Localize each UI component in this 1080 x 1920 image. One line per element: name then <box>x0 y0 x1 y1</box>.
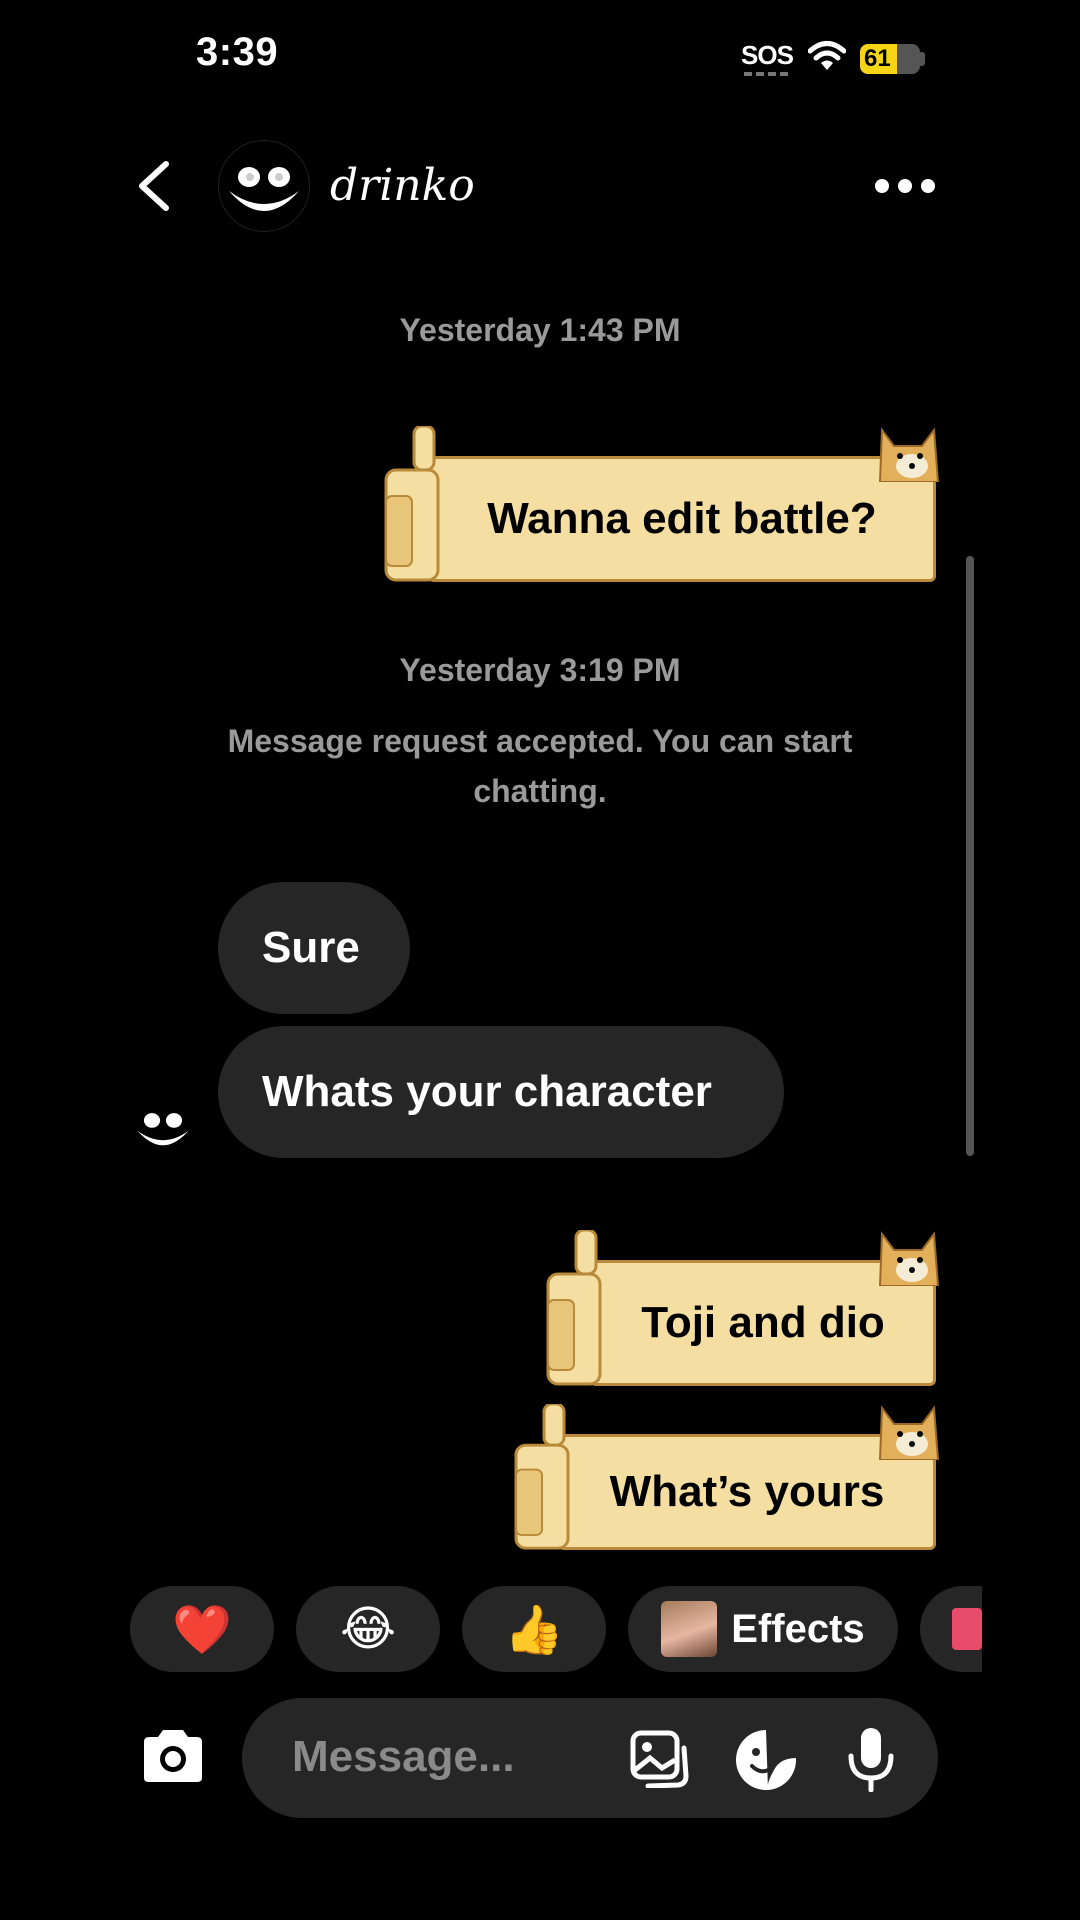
effects-label: Effects <box>731 1606 865 1651</box>
back-chevron-icon[interactable] <box>136 160 172 212</box>
heart-icon: ❤️ <box>172 1603 232 1657</box>
battery-icon: 61 <box>860 44 920 74</box>
timestamp: Yesterday 1:43 PM <box>399 312 681 348</box>
status-time: 3:39 <box>196 30 279 74</box>
message-text: Sure <box>262 923 360 972</box>
battery-cap <box>920 52 925 66</box>
sticker-icon[interactable] <box>734 1728 798 1792</box>
gallery-icon[interactable] <box>630 1730 692 1788</box>
effects-button[interactable]: Effects <box>628 1586 898 1672</box>
signal-dots <box>744 72 790 76</box>
smiley-face-icon <box>219 141 309 231</box>
reaction-thumbs-up-button[interactable]: 👍 <box>462 1586 606 1672</box>
sos-indicator: SOS <box>741 40 794 70</box>
avatar[interactable] <box>218 140 310 232</box>
received-message[interactable]: Whats your character <box>218 1026 784 1158</box>
gift-button[interactable] <box>920 1586 982 1672</box>
wifi-icon <box>808 41 846 70</box>
system-note: Message request accepted. You can start … <box>227 723 853 809</box>
reaction-laugh-button[interactable]: 😂 <box>296 1586 440 1672</box>
message-text: Wanna edit battle? <box>487 494 877 543</box>
camera-icon[interactable] <box>140 1728 206 1784</box>
message-text: Whats your character <box>262 1067 712 1116</box>
reaction-heart-button[interactable]: ❤️ <box>130 1586 274 1672</box>
scrollbar[interactable] <box>966 556 974 1156</box>
received-message[interactable]: Sure <box>218 882 410 1014</box>
gift-icon <box>952 1608 982 1650</box>
message-text: Toji and dio <box>641 1298 885 1347</box>
mic-icon[interactable] <box>846 1726 896 1792</box>
thumbs-up-icon: 👍 <box>504 1603 564 1657</box>
sticker-message[interactable]: What’s yours <box>514 1404 950 1550</box>
smiley-face-icon <box>130 1094 196 1160</box>
battery-percent: 61 <box>864 45 891 72</box>
sender-avatar[interactable] <box>130 1094 196 1160</box>
chat-username[interactable]: drinko <box>330 160 475 211</box>
more-icon[interactable] <box>875 179 935 193</box>
message-text: What’s yours <box>609 1467 885 1516</box>
sticker-message[interactable]: Toji and dio <box>546 1230 950 1386</box>
sticker-message[interactable]: Wanna edit battle? <box>384 426 950 582</box>
timestamp: Yesterday 3:19 PM <box>399 652 681 688</box>
effects-thumbnail <box>661 1601 718 1657</box>
laughing-face-icon: 😂 <box>339 1603 397 1656</box>
message-input[interactable]: Message... <box>292 1732 515 1782</box>
